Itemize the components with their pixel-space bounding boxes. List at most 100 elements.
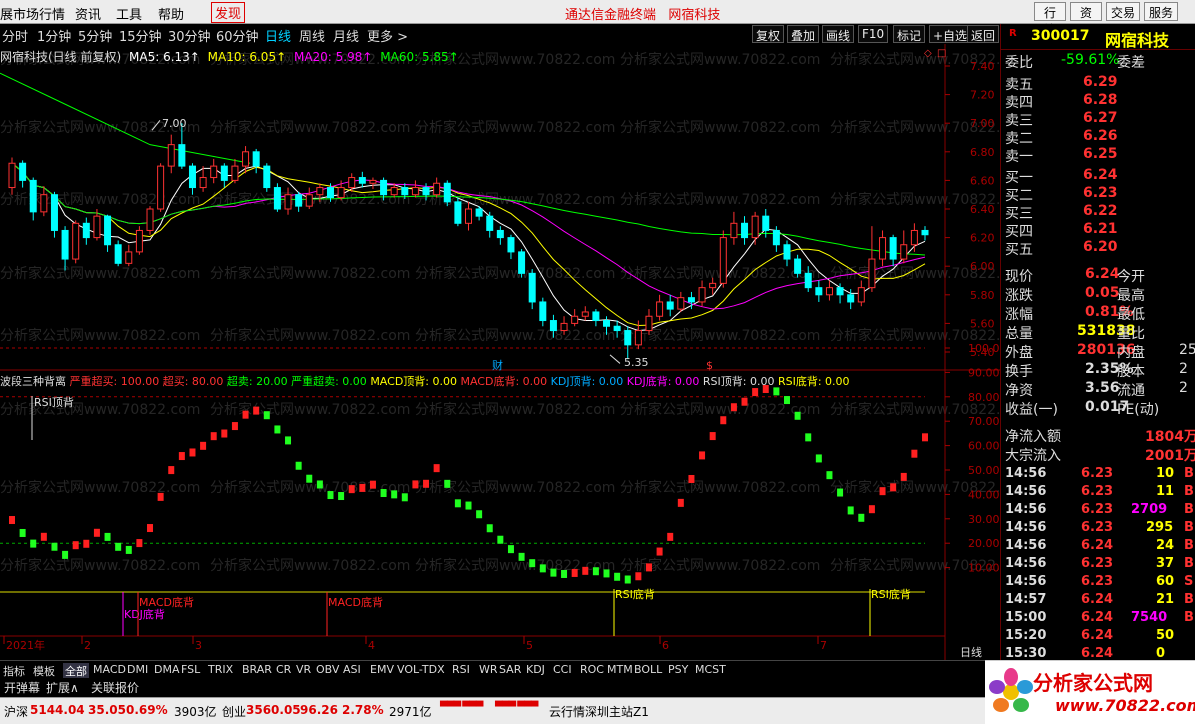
indicator-tab[interactable]: MCST [695, 663, 726, 676]
quote-row: 外盘280136内盘25 [1005, 342, 1195, 361]
indicator-bar [83, 539, 90, 548]
period-tab[interactable]: 30分钟 [168, 26, 211, 45]
menu-discover[interactable]: 发现 [211, 2, 246, 23]
period-tab-selected[interactable]: 日线 [265, 26, 291, 45]
indicator-tick-label: 20.00 [968, 537, 1000, 550]
period-tab[interactable]: 周线 [299, 26, 325, 45]
candle-body [104, 215, 112, 246]
indicator-tab[interactable]: 全部 [63, 663, 89, 679]
indicator-tab[interactable]: CCI [553, 663, 572, 676]
indicator-bar [486, 524, 493, 533]
candle-body [687, 297, 695, 303]
high-price-label: 7.00 [162, 117, 187, 130]
candle-body [210, 165, 218, 179]
btn-quote[interactable]: 行情 [1034, 2, 1066, 37]
indicator-tab[interactable]: ROC [580, 663, 604, 676]
indicator-tab[interactable]: RSI [452, 663, 470, 676]
candle-body [390, 187, 398, 196]
candle-body [61, 229, 69, 260]
candle-body [825, 287, 833, 296]
period-tab[interactable]: 1分钟 [37, 26, 71, 45]
price-tick-label: 6.40 [970, 203, 995, 216]
candle-body [571, 315, 579, 324]
indicator-bar [922, 433, 928, 442]
btn-related-quote[interactable]: 关联报价 [91, 679, 139, 696]
indicator-bar [72, 541, 79, 550]
candle-body [719, 237, 727, 284]
indicator-tick-label: 90.00 [968, 366, 1000, 379]
btn-draw[interactable]: 画线 [822, 25, 855, 43]
indicator-tab[interactable]: PSY [668, 663, 688, 676]
watermark-text: 分析家公式网www.70822.com [210, 119, 410, 136]
indicator-tab[interactable]: SAR [499, 663, 521, 676]
period-tab[interactable]: 分时 [2, 26, 28, 45]
period-tab[interactable]: 5分钟 [78, 26, 112, 45]
period-tab[interactable]: 月线 [333, 26, 359, 45]
indicator-tick-label: 70.00 [968, 415, 1000, 428]
tick-row: 14:56 6.23 11 B [1005, 484, 1194, 499]
indicator-tab[interactable]: 模板 [33, 663, 55, 679]
menu-tools[interactable]: 工具 [116, 4, 142, 23]
indicator-bar [51, 542, 58, 551]
candle-body [783, 244, 791, 260]
tick-row: 14:56 6.23 2709 B [1005, 502, 1194, 517]
btn-news[interactable]: 资讯 [1070, 2, 1102, 37]
btn-back[interactable]: 返回 [967, 25, 1000, 43]
tick-row: 14:56 6.24 24 B [1005, 538, 1194, 553]
candle-body [613, 325, 621, 332]
candle-body [645, 315, 653, 332]
quote-panel: R 300017 网宿科技 委比 -59.61% 委差 卖五 6.29 卖四 6.28… [1000, 24, 1195, 669]
btn-f10[interactable]: F10 [858, 25, 889, 43]
quote-row: 收益(一) 0.017 PE(动) [1005, 399, 1160, 418]
indicator-tab[interactable]: EMV [370, 663, 394, 676]
indicator-bar [465, 501, 472, 510]
btn-service[interactable]: 服务 [1144, 2, 1178, 21]
indicator-tab[interactable]: CR [276, 663, 291, 676]
indicator-tab[interactable]: VR [296, 663, 311, 676]
period-tab[interactable]: 15分钟 [119, 26, 162, 45]
btn-mark[interactable]: 标记 [893, 25, 926, 43]
indicator-tab[interactable]: ASI [343, 663, 361, 676]
candle-body [8, 162, 16, 189]
indicator-bar [454, 499, 461, 508]
indicator-tab[interactable]: VOL-TDX [397, 663, 445, 676]
indicator-bar [550, 568, 557, 577]
indicator-tab[interactable]: OBV [316, 663, 339, 676]
btn-add-watchlist[interactable]: +自选 [929, 25, 972, 43]
period-tab[interactable]: 60分钟 [216, 26, 259, 45]
indicator-tab[interactable]: MACD [93, 663, 126, 676]
more-periods[interactable]: 更多 > [367, 26, 408, 45]
candle-body [879, 237, 887, 260]
candle-body [72, 222, 80, 260]
ma5-label: MA5: 6.13↑ [129, 50, 200, 64]
indicator-tab[interactable]: FSL [181, 663, 200, 676]
indicator-bar [285, 436, 292, 445]
indicator-tab[interactable]: DMA [154, 663, 180, 676]
btn-trade[interactable]: 交易 [1106, 2, 1140, 21]
indicator-tab[interactable]: KDJ [526, 663, 545, 676]
watermark-text: 分析家公式网www.70822.com [0, 265, 200, 282]
indicator-legend-item: KDJ底背: 0.00 [626, 375, 703, 388]
menu-help[interactable]: 帮助 [158, 4, 184, 23]
indicator-bar [614, 572, 621, 581]
kline-chart[interactable]: 分析家公式网www.70822.com 分析家公式网www.70822.com 分析… [0, 44, 1000, 660]
top-menu-bar: 展市场行情 资讯 工具 帮助 发现 通达信金融终端 网宿科技 行情 资讯 交易 … [0, 0, 1195, 37]
stock-code: 300017 [1031, 28, 1090, 44]
candle-body [857, 287, 865, 303]
indicator-bar [699, 451, 706, 460]
indicator-tab[interactable]: 指标 [3, 663, 25, 679]
btn-danmaku[interactable]: 开弹幕 [4, 679, 40, 696]
indicator-tab[interactable]: TRIX [208, 663, 233, 676]
btn-expand[interactable]: 扩展∧ [46, 679, 79, 696]
menu-market[interactable]: 展市场行情 [0, 4, 65, 23]
menu-news[interactable]: 资讯 [75, 4, 101, 23]
indicator-tab[interactable]: DMI [127, 663, 148, 676]
indicator-tab[interactable]: WR [479, 663, 498, 676]
indicator-tab[interactable]: MTM [607, 663, 633, 676]
date-tick-label: 7 [820, 639, 827, 652]
indicator-tab[interactable]: BRAR [242, 663, 272, 676]
indicator-bar [592, 567, 599, 576]
btn-overlay[interactable]: 叠加 [787, 25, 820, 43]
indicator-tab[interactable]: BOLL [634, 663, 662, 676]
btn-restore-rights[interactable]: 复权 [752, 25, 785, 43]
